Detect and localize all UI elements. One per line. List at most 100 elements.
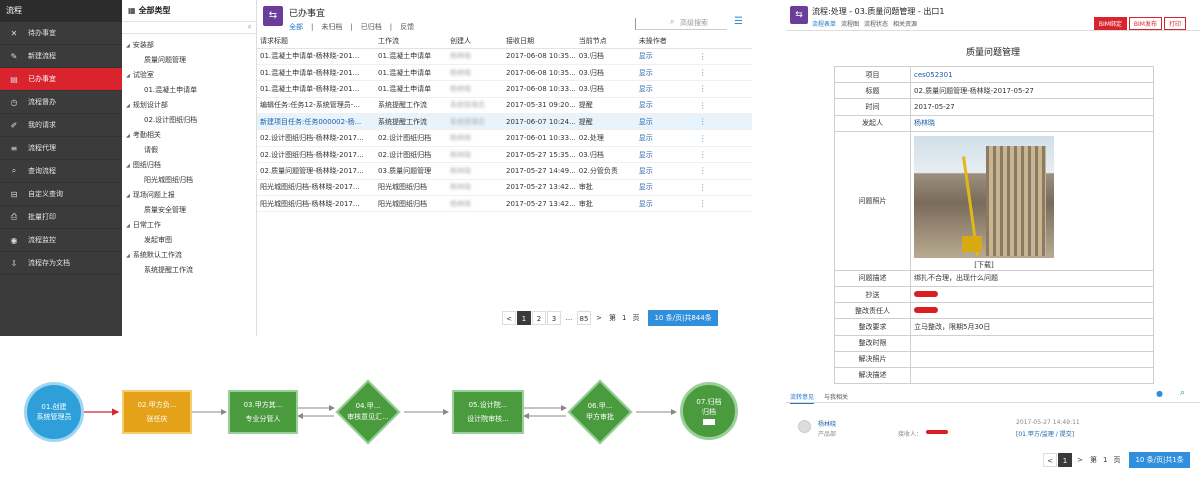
row-menu-icon[interactable]: ⋮ xyxy=(699,84,707,93)
flow-node-2[interactable]: 02.甲方负... 张任庆 xyxy=(122,390,192,434)
advanced-search-input[interactable]: ⌕ 高级搜索 xyxy=(635,17,727,30)
collapse-arrow-icon[interactable]: ◢ xyxy=(126,43,130,49)
tree-node[interactable]: 质量安全管理 xyxy=(122,203,256,218)
sidebar-item-6[interactable]: ⌕ 查询流程 xyxy=(0,160,122,183)
table-cell[interactable]: 显示 xyxy=(639,101,653,109)
tree-search-input[interactable]: ⌕ xyxy=(122,22,256,34)
sidebar-item-0[interactable]: ✕ 待办事宜 xyxy=(0,22,122,45)
tree-node[interactable]: 质量问题管理 xyxy=(122,53,256,68)
table-row[interactable]: 新建项目任务:任务000002-杨... 系统提醒工作流 系统管理员 2017-06-… xyxy=(257,113,752,131)
table-cell[interactable]: 显示 xyxy=(639,151,653,159)
tree-node[interactable]: 发起审图 xyxy=(122,233,256,248)
prev-page-button[interactable]: < xyxy=(502,311,516,325)
row-menu-icon[interactable]: ⋮ xyxy=(699,68,707,77)
tree-node[interactable]: 请假 xyxy=(122,143,256,158)
search-icon[interactable]: ⌕ xyxy=(670,17,674,27)
table-row[interactable]: 编辑任务:任务12-系统管理员-... 系统提醒工作流 系统管理员 2017-05-3… xyxy=(257,97,752,115)
table-cell[interactable]: 显示 xyxy=(639,52,653,60)
table-row[interactable]: 阳光城图纸归档-杨林晓-2017... 阳光城图纸归档 杨林晓 2017-05-27 … xyxy=(257,195,752,213)
page-button[interactable]: 1 xyxy=(1058,453,1072,467)
table-cell[interactable]: 02.设计图纸归档-杨林晓-2017... xyxy=(260,151,364,159)
table-cell[interactable]: 显示 xyxy=(639,69,653,77)
comment-node[interactable]: [01.甲方/监理 / 提交] xyxy=(1016,429,1074,438)
goto-page-input[interactable]: 1 xyxy=(622,314,626,322)
issue-photo[interactable] xyxy=(914,135,1054,258)
table-cell[interactable]: 02.质量问题管理-杨林晓-2017... xyxy=(260,167,364,175)
tree-node[interactable]: 系统提醒工作流 xyxy=(122,263,256,278)
page-button[interactable]: 2 xyxy=(532,311,546,325)
tree-node[interactable]: ◢ 现场问题上报 xyxy=(122,188,256,203)
row-menu-icon[interactable]: ⋮ xyxy=(699,52,707,61)
table-cell[interactable]: 显示 xyxy=(639,118,653,126)
detail-tab-3[interactable]: 相关资源 xyxy=(893,21,917,28)
collapse-arrow-icon[interactable]: ◢ xyxy=(126,103,130,109)
table-row[interactable]: 02.质量问题管理-杨林晓-2017... 03.质量问题管理 杨林晓 2017-05… xyxy=(257,162,752,180)
table-cell[interactable]: 02.设计图纸归档-杨林晓-2017... xyxy=(260,134,364,142)
tree-node[interactable]: ◢ 日常工作 xyxy=(122,218,256,233)
action-button-2[interactable]: 打印 xyxy=(1163,17,1186,30)
sidebar-item-8[interactable]: ⎙ 批量打印 xyxy=(0,206,122,229)
form-field-value[interactable]: ces052301 xyxy=(914,71,953,79)
table-cell[interactable]: 显示 xyxy=(639,85,653,93)
tree-node[interactable]: ◢ 规划设计部 xyxy=(122,98,256,113)
tree-node[interactable]: 01.混凝土申请单 xyxy=(122,83,256,98)
flow-node-5[interactable]: 05.设计院... 设计院审核... xyxy=(452,390,524,434)
collapse-arrow-icon[interactable]: ◢ xyxy=(126,163,130,169)
goto-page-input[interactable]: 1 xyxy=(1103,456,1107,464)
collapse-arrow-icon[interactable]: ◢ xyxy=(126,193,130,199)
tree-node[interactable]: ◢ 考勤相关 xyxy=(122,128,256,143)
tab-0[interactable]: 全部 xyxy=(289,22,303,32)
row-menu-icon[interactable]: ⋮ xyxy=(699,134,707,143)
column-header[interactable]: 接收日期 xyxy=(503,34,576,49)
comment-author[interactable]: 杨林晓 xyxy=(818,419,836,428)
sidebar-item-1[interactable]: ✎ 新建流程 xyxy=(0,45,122,68)
prev-page-button[interactable]: < xyxy=(1043,453,1057,467)
flow-node-1[interactable]: 01.创建 系统管理员 xyxy=(24,382,84,442)
flow-node-3[interactable]: 03.甲方其... 专业分管人 xyxy=(228,390,298,434)
table-row[interactable]: 02.设计图纸归档-杨林晓-2017... 02.设计图纸归档 杨林晓 2017-06… xyxy=(257,129,752,147)
table-cell[interactable]: 显示 xyxy=(639,167,653,175)
sidebar-item-2[interactable]: ▤ 已办事宜 xyxy=(0,68,122,91)
tab-1[interactable]: 未归档 xyxy=(321,22,342,32)
table-row[interactable]: 01.混凝土申请单-杨林晓-201... 01.混凝土申请单 杨林晓 2017-06-… xyxy=(257,80,752,98)
table-cell[interactable]: 显示 xyxy=(639,200,653,208)
table-cell[interactable]: 显示 xyxy=(639,134,653,142)
row-menu-icon[interactable]: ⋮ xyxy=(699,150,707,159)
column-header[interactable]: 工作流 xyxy=(375,34,447,49)
page-button[interactable]: 3 xyxy=(547,311,561,325)
action-button-0[interactable]: BIM绑定 xyxy=(1093,17,1127,30)
tree-node[interactable]: ◢ 系统默认工作流 xyxy=(122,248,256,263)
row-menu-icon[interactable]: ⋮ xyxy=(699,183,707,192)
detail-tab-0[interactable]: 流程表单 xyxy=(812,21,836,28)
action-button-1[interactable]: BIM发布 xyxy=(1128,17,1162,30)
table-row[interactable]: 阳光城图纸归档-杨林晓-2017... 阳光城图纸归档 杨林晓 2017-05-27 … xyxy=(257,179,752,197)
sidebar-item-3[interactable]: ◷ 流程督办 xyxy=(0,91,122,114)
page-size-select[interactable]: 10 条/页|共844条 xyxy=(648,310,718,326)
table-row[interactable]: 01.混凝土申请单-杨林晓-201... 01.混凝土申请单 杨林晓 2017-06-… xyxy=(257,48,752,65)
tab-3[interactable]: 反馈 xyxy=(400,22,414,32)
column-header[interactable]: 请求标题 xyxy=(257,34,375,49)
table-row[interactable]: 01.混凝土申请单-杨林晓-201... 01.混凝土申请单 杨林晓 2017-06-… xyxy=(257,64,752,82)
table-cell[interactable]: 阳光城图纸归档-杨林晓-2017... xyxy=(260,183,360,191)
next-page-button[interactable]: > xyxy=(592,311,606,325)
tree-node[interactable]: ◢ 安装部 xyxy=(122,38,256,53)
column-header[interactable]: 未操作者 xyxy=(635,34,696,49)
table-cell[interactable]: 阳光城图纸归档-杨林晓-2017... xyxy=(260,200,360,208)
collapse-arrow-icon[interactable]: ◢ xyxy=(126,253,130,259)
tree-node[interactable]: ◢ 图纸归档 xyxy=(122,158,256,173)
download-link[interactable]: [下载] xyxy=(974,261,993,269)
search-icon[interactable]: ⌕ xyxy=(248,22,252,32)
sidebar-item-9[interactable]: ◉ 流程监控 xyxy=(0,229,122,252)
sidebar-item-7[interactable]: ⊟ 自定义查询 xyxy=(0,183,122,206)
table-cell[interactable]: 01.混凝土申请单-杨林晓-201... xyxy=(260,85,359,93)
collapse-arrow-icon[interactable]: ◢ xyxy=(126,133,130,139)
page-button[interactable]: 85 xyxy=(577,311,591,325)
table-cell[interactable]: 01.混凝土申请单-杨林晓-201... xyxy=(260,52,359,60)
column-header[interactable]: 创建人 xyxy=(447,34,503,49)
table-cell[interactable]: 显示 xyxy=(639,183,653,191)
row-menu-icon[interactable]: ⋮ xyxy=(699,117,707,126)
detail-tab-2[interactable]: 流程状态 xyxy=(864,21,888,28)
person-icon[interactable]: ● xyxy=(1156,389,1163,398)
sidebar-item-5[interactable]: ≡ 流程代理 xyxy=(0,137,122,160)
table-cell[interactable]: 新建项目任务:任务000002-杨... xyxy=(260,118,361,126)
